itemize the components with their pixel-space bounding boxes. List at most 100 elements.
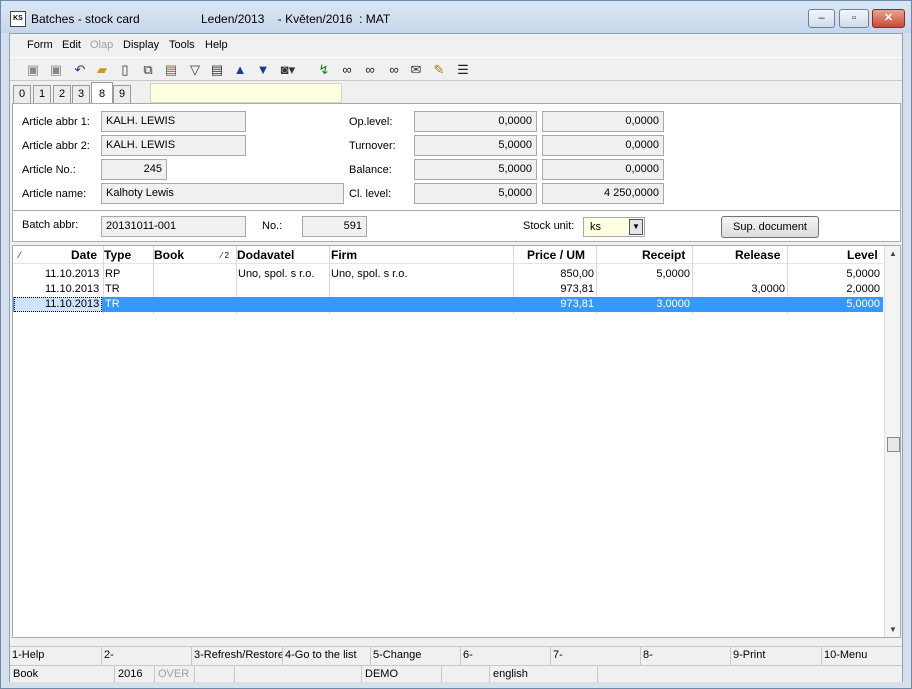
f2-button[interactable]: 2- [101, 647, 191, 665]
arrow-down-icon[interactable]: ▼ [255, 62, 271, 78]
batch-abbr-field[interactable]: 20131011-001 [101, 216, 246, 237]
camera-icon[interactable]: ◙▾ [280, 62, 296, 78]
book-icon[interactable]: ▤ [163, 62, 179, 78]
scroll-thumb[interactable] [887, 437, 900, 452]
article-abbr2-label: Article abbr 2: [22, 140, 90, 152]
f9-print-button[interactable]: 9-Print [730, 647, 821, 665]
window-period: Leden/2013 - Květen/2016 : MAT [201, 12, 391, 26]
article-header-panel: Article abbr 1: KALH. LEWIS Article abbr… [12, 103, 901, 211]
app-icon[interactable]: KS [10, 11, 26, 27]
menu-display[interactable]: Display [123, 39, 159, 51]
menu-help[interactable]: Help [205, 39, 228, 51]
tab-info-field[interactable] [150, 83, 342, 103]
cell-date: 11.10.2013 [45, 298, 100, 310]
turnover-value[interactable]: 0,0000 [542, 135, 664, 156]
tab-1[interactable]: 1 [33, 85, 51, 103]
tab-8[interactable]: 8 [91, 82, 113, 104]
new-document-icon[interactable]: ▯ [117, 62, 133, 78]
batch-movements-grid: ⁄ Date Type Book ⁄ 2 Dodavatel Firm Pric… [12, 245, 901, 638]
close-button[interactable]: ✕ [872, 9, 905, 28]
col-dodavatel[interactable]: Dodavatel [237, 248, 294, 262]
op-level-value[interactable]: 0,0000 [542, 111, 664, 132]
col-book[interactable]: Book [154, 248, 184, 262]
tab-3[interactable]: 3 [72, 85, 90, 103]
col-date[interactable]: Date [71, 248, 97, 262]
cell-level: 2,0000 [846, 283, 880, 295]
vertical-scrollbar[interactable]: ▲ ▼ [884, 246, 900, 637]
article-no-field[interactable]: 245 [101, 159, 167, 180]
list-icon[interactable]: ☰ [455, 62, 471, 78]
scroll-down-icon[interactable]: ▼ [889, 625, 897, 634]
col-level[interactable]: Level [847, 248, 878, 262]
cell-firm: Uno, spol. s r.o. [331, 268, 408, 280]
refresh-icon[interactable]: ↯ [316, 62, 332, 78]
f5-change-button[interactable]: 5-Change [370, 647, 460, 665]
binoculars-icon[interactable]: ∞ [339, 62, 355, 78]
tab-0[interactable]: 0 [13, 85, 31, 103]
menu-tools[interactable]: Tools [169, 39, 195, 51]
f7-button[interactable]: 7- [550, 647, 640, 665]
title-bar[interactable]: KS Batches - stock card Leden/2013 - Kvě… [1, 1, 911, 33]
batch-no-field[interactable]: 591 [302, 216, 367, 237]
col-type[interactable]: Type [104, 248, 131, 262]
tab-9[interactable]: 9 [113, 85, 131, 103]
f3-refresh-button[interactable]: 3-Refresh/Restore [191, 647, 282, 665]
filter-doc-icon[interactable]: ▤ [209, 62, 225, 78]
col-price[interactable]: Price / UM [527, 248, 585, 262]
table-row[interactable]: 11.10.2013 RP Uno, spol. s r.o. Uno, spo… [13, 267, 883, 282]
cell-receipt: 5,0000 [656, 268, 690, 280]
cell-type: TR [105, 298, 120, 310]
toolbar: ▣ ▣ ↶ ▰ ▯ ⧉ ▤ ▽ ▤ ▲ ▼ ◙▾ ↯ ∞ ∞ ∞ ✉ ✎ ☰ [10, 57, 902, 81]
save-as-icon[interactable]: ▣ [48, 62, 64, 78]
edit-doc-icon[interactable]: ✎ [431, 62, 447, 78]
article-abbr2-field[interactable]: KALH. LEWIS [101, 135, 246, 156]
table-row[interactable]: 11.10.2013 TR 973,81 3,0000 2,0000 [13, 282, 883, 297]
book-sort-marker: ⁄ 2 [221, 251, 230, 260]
op-level-qty[interactable]: 0,0000 [414, 111, 537, 132]
cell-price: 973,81 [560, 283, 594, 295]
cell-release: 3,0000 [751, 283, 785, 295]
cl-level-value[interactable]: 4 250,0000 [542, 183, 664, 204]
arrow-up-icon[interactable]: ▲ [232, 62, 248, 78]
undo-icon[interactable]: ↶ [72, 62, 88, 78]
article-abbr1-field[interactable]: KALH. LEWIS [101, 111, 246, 132]
table-row-selected[interactable]: 11.10.2013 TR 973,81 3,0000 5,0000 [13, 297, 883, 312]
tab-2[interactable]: 2 [53, 85, 71, 103]
col-receipt[interactable]: Receipt [642, 248, 685, 262]
cell-dodavatel: Uno, spol. s r.o. [238, 268, 315, 280]
save-icon[interactable]: ▣ [25, 62, 41, 78]
menu-olap[interactable]: Olap [90, 39, 113, 51]
article-name-field[interactable]: Kalhoty Lewis [101, 183, 344, 204]
menu-edit[interactable]: Edit [62, 39, 81, 51]
scroll-up-icon[interactable]: ▲ [889, 249, 897, 258]
f6-button[interactable]: 6- [460, 647, 550, 665]
maximize-button[interactable]: ▫ [839, 9, 869, 28]
status-language: english [489, 666, 597, 683]
cl-level-qty[interactable]: 5,0000 [414, 183, 537, 204]
balance-qty[interactable]: 5,0000 [414, 159, 537, 180]
menu-form[interactable]: Form [27, 39, 53, 51]
sup-document-button[interactable]: Sup. document [721, 216, 819, 238]
chevron-down-icon[interactable]: ▼ [629, 219, 643, 235]
stock-unit-combo[interactable]: ks ▼ [583, 217, 645, 237]
minimize-button[interactable]: – [808, 9, 835, 28]
open-folder-icon[interactable]: ▰ [94, 62, 110, 78]
f1-help-button[interactable]: 1-Help [10, 647, 101, 665]
col-release[interactable]: Release [735, 248, 780, 262]
find-next-icon[interactable]: ∞ [362, 62, 378, 78]
find-prev-icon[interactable]: ∞ [386, 62, 402, 78]
f10-menu-button[interactable]: 10-Menu [821, 647, 902, 665]
turnover-qty[interactable]: 5,0000 [414, 135, 537, 156]
cell-receipt: 3,0000 [656, 298, 690, 310]
col-firm[interactable]: Firm [331, 248, 357, 262]
status-over: OVER [154, 666, 194, 683]
mail-icon[interactable]: ✉ [408, 62, 424, 78]
f8-button[interactable]: 8- [640, 647, 730, 665]
filter-icon[interactable]: ▽ [187, 62, 203, 78]
copy-icon[interactable]: ⧉ [140, 62, 156, 78]
status-book: Book [13, 668, 39, 680]
article-abbr1-label: Article abbr 1: [22, 116, 90, 128]
f4-goto-list-button[interactable]: 4-Go to the list [282, 647, 370, 665]
cl-level-label: Cl. level: [349, 188, 392, 200]
balance-value[interactable]: 0,0000 [542, 159, 664, 180]
